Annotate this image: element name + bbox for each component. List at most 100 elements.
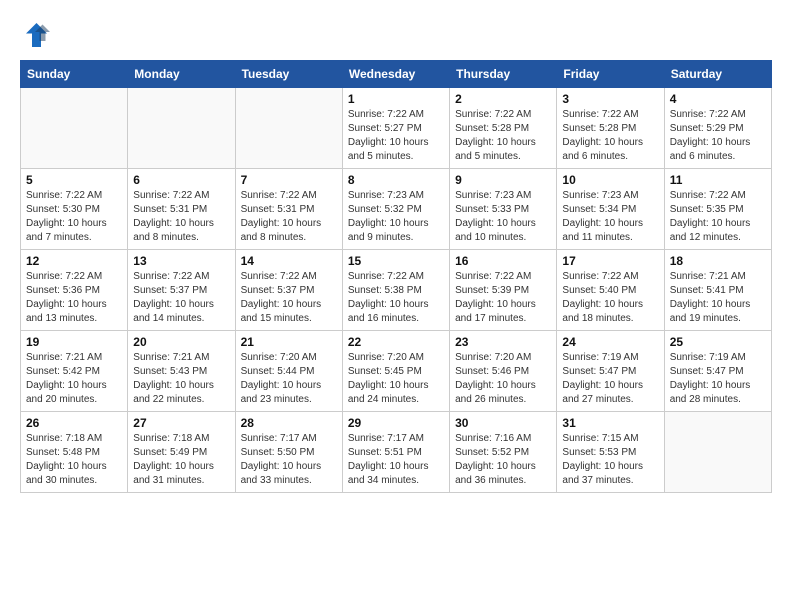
day-info: Sunrise: 7:22 AM Sunset: 5:27 PM Dayligh… [348,108,444,164]
weekday-friday: Friday [557,61,664,88]
day-info: Sunrise: 7:22 AM Sunset: 5:40 PM Dayligh… [562,270,658,326]
day-info: Sunrise: 7:23 AM Sunset: 5:34 PM Dayligh… [562,189,658,245]
day-cell: 11 Sunrise: 7:22 AM Sunset: 5:35 PM Dayli… [664,169,771,250]
weekday-monday: Monday [128,61,235,88]
day-cell [21,88,128,169]
day-cell: 20 Sunrise: 7:21 AM Sunset: 5:43 PM Dayli… [128,331,235,412]
weekday-tuesday: Tuesday [235,61,342,88]
day-number: 7 [241,173,337,187]
day-cell: 10 Sunrise: 7:23 AM Sunset: 5:34 PM Dayli… [557,169,664,250]
day-number: 5 [26,173,122,187]
day-number: 9 [455,173,551,187]
day-cell: 30 Sunrise: 7:16 AM Sunset: 5:52 PM Dayli… [450,412,557,493]
day-cell [664,412,771,493]
day-number: 19 [26,335,122,349]
day-cell: 16 Sunrise: 7:22 AM Sunset: 5:39 PM Dayli… [450,250,557,331]
day-info: Sunrise: 7:18 AM Sunset: 5:49 PM Dayligh… [133,432,229,488]
day-cell [128,88,235,169]
logo-icon [20,20,50,50]
day-cell: 1 Sunrise: 7:22 AM Sunset: 5:27 PM Daylig… [342,88,449,169]
day-cell: 14 Sunrise: 7:22 AM Sunset: 5:37 PM Dayli… [235,250,342,331]
day-number: 2 [455,92,551,106]
day-cell: 17 Sunrise: 7:22 AM Sunset: 5:40 PM Dayli… [557,250,664,331]
day-cell: 28 Sunrise: 7:17 AM Sunset: 5:50 PM Dayli… [235,412,342,493]
day-cell [235,88,342,169]
day-number: 4 [670,92,766,106]
day-info: Sunrise: 7:17 AM Sunset: 5:51 PM Dayligh… [348,432,444,488]
weekday-sunday: Sunday [21,61,128,88]
day-number: 28 [241,416,337,430]
day-info: Sunrise: 7:22 AM Sunset: 5:30 PM Dayligh… [26,189,122,245]
day-number: 10 [562,173,658,187]
day-info: Sunrise: 7:23 AM Sunset: 5:33 PM Dayligh… [455,189,551,245]
day-number: 1 [348,92,444,106]
day-info: Sunrise: 7:20 AM Sunset: 5:46 PM Dayligh… [455,351,551,407]
day-number: 15 [348,254,444,268]
day-info: Sunrise: 7:19 AM Sunset: 5:47 PM Dayligh… [670,351,766,407]
day-info: Sunrise: 7:17 AM Sunset: 5:50 PM Dayligh… [241,432,337,488]
day-cell: 6 Sunrise: 7:22 AM Sunset: 5:31 PM Daylig… [128,169,235,250]
day-number: 30 [455,416,551,430]
day-cell: 29 Sunrise: 7:17 AM Sunset: 5:51 PM Dayli… [342,412,449,493]
day-number: 29 [348,416,444,430]
day-info: Sunrise: 7:22 AM Sunset: 5:39 PM Dayligh… [455,270,551,326]
day-info: Sunrise: 7:22 AM Sunset: 5:37 PM Dayligh… [133,270,229,326]
day-number: 21 [241,335,337,349]
logo [20,20,54,50]
weekday-thursday: Thursday [450,61,557,88]
day-info: Sunrise: 7:16 AM Sunset: 5:52 PM Dayligh… [455,432,551,488]
day-info: Sunrise: 7:22 AM Sunset: 5:29 PM Dayligh… [670,108,766,164]
day-cell: 23 Sunrise: 7:20 AM Sunset: 5:46 PM Dayli… [450,331,557,412]
day-number: 12 [26,254,122,268]
day-number: 25 [670,335,766,349]
day-cell: 7 Sunrise: 7:22 AM Sunset: 5:31 PM Daylig… [235,169,342,250]
day-info: Sunrise: 7:20 AM Sunset: 5:45 PM Dayligh… [348,351,444,407]
day-number: 6 [133,173,229,187]
day-cell: 2Sunrise: 7:22 AM Sunset: 5:28 PM Daylig… [450,88,557,169]
day-info: Sunrise: 7:22 AM Sunset: 5:37 PM Dayligh… [241,270,337,326]
day-number: 17 [562,254,658,268]
day-info: Sunrise: 7:20 AM Sunset: 5:44 PM Dayligh… [241,351,337,407]
day-cell: 12Sunrise: 7:22 AM Sunset: 5:36 PM Dayli… [21,250,128,331]
day-number: 13 [133,254,229,268]
weekday-wednesday: Wednesday [342,61,449,88]
day-info: Sunrise: 7:22 AM Sunset: 5:28 PM Dayligh… [562,108,658,164]
week-row-1: 1 Sunrise: 7:22 AM Sunset: 5:27 PM Daylig… [21,88,772,169]
calendar-table: SundayMondayTuesdayWednesdayThursdayFrid… [20,60,772,493]
day-number: 22 [348,335,444,349]
day-number: 16 [455,254,551,268]
weekday-header-row: SundayMondayTuesdayWednesdayThursdayFrid… [21,61,772,88]
day-info: Sunrise: 7:22 AM Sunset: 5:38 PM Dayligh… [348,270,444,326]
day-info: Sunrise: 7:18 AM Sunset: 5:48 PM Dayligh… [26,432,122,488]
day-cell: 21 Sunrise: 7:20 AM Sunset: 5:44 PM Dayli… [235,331,342,412]
day-info: Sunrise: 7:22 AM Sunset: 5:31 PM Dayligh… [241,189,337,245]
day-number: 31 [562,416,658,430]
day-info: Sunrise: 7:22 AM Sunset: 5:35 PM Dayligh… [670,189,766,245]
weekday-saturday: Saturday [664,61,771,88]
day-cell: 3Sunrise: 7:22 AM Sunset: 5:28 PM Daylig… [557,88,664,169]
day-cell: 27 Sunrise: 7:18 AM Sunset: 5:49 PM Dayli… [128,412,235,493]
week-row-2: 5 Sunrise: 7:22 AM Sunset: 5:30 PM Daylig… [21,169,772,250]
day-number: 23 [455,335,551,349]
day-cell: 19 Sunrise: 7:21 AM Sunset: 5:42 PM Dayli… [21,331,128,412]
day-cell: 31Sunrise: 7:15 AM Sunset: 5:53 PM Dayli… [557,412,664,493]
day-cell: 4 Sunrise: 7:22 AM Sunset: 5:29 PM Daylig… [664,88,771,169]
day-cell: 15 Sunrise: 7:22 AM Sunset: 5:38 PM Dayli… [342,250,449,331]
day-number: 18 [670,254,766,268]
day-number: 20 [133,335,229,349]
day-cell: 8Sunrise: 7:23 AM Sunset: 5:32 PM Daylig… [342,169,449,250]
day-cell: 18Sunrise: 7:21 AM Sunset: 5:41 PM Dayli… [664,250,771,331]
page: SundayMondayTuesdayWednesdayThursdayFrid… [0,0,792,503]
day-info: Sunrise: 7:22 AM Sunset: 5:31 PM Dayligh… [133,189,229,245]
day-number: 11 [670,173,766,187]
day-number: 24 [562,335,658,349]
day-cell: 24Sunrise: 7:19 AM Sunset: 5:47 PM Dayli… [557,331,664,412]
week-row-5: 26Sunrise: 7:18 AM Sunset: 5:48 PM Dayli… [21,412,772,493]
day-info: Sunrise: 7:21 AM Sunset: 5:43 PM Dayligh… [133,351,229,407]
day-number: 27 [133,416,229,430]
day-cell: 22 Sunrise: 7:20 AM Sunset: 5:45 PM Dayli… [342,331,449,412]
day-number: 14 [241,254,337,268]
day-info: Sunrise: 7:23 AM Sunset: 5:32 PM Dayligh… [348,189,444,245]
day-cell: 13 Sunrise: 7:22 AM Sunset: 5:37 PM Dayli… [128,250,235,331]
day-info: Sunrise: 7:21 AM Sunset: 5:42 PM Dayligh… [26,351,122,407]
